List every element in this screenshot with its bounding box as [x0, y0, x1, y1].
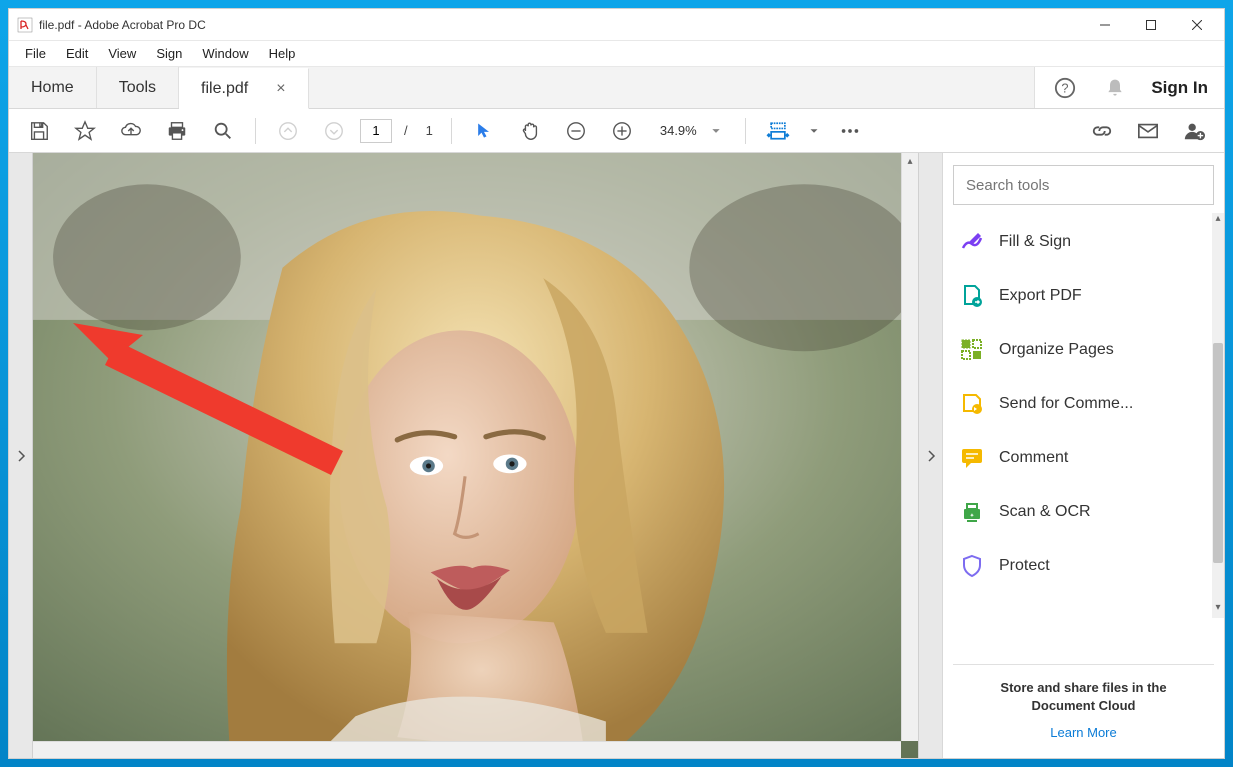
scan-icon: ✦	[959, 499, 985, 525]
prev-page-button[interactable]	[268, 113, 308, 149]
window-controls	[1082, 10, 1220, 40]
menu-edit[interactable]: Edit	[56, 44, 98, 63]
email-button[interactable]	[1128, 113, 1168, 149]
notifications-icon[interactable]	[1101, 74, 1129, 102]
tab-file-label: file.pdf	[201, 80, 248, 98]
close-button[interactable]	[1174, 10, 1220, 40]
nav-pane-toggle-right[interactable]	[918, 153, 942, 758]
menu-sign[interactable]: Sign	[146, 44, 192, 63]
tool-label: Protect	[999, 557, 1050, 575]
page-number-input[interactable]	[360, 119, 392, 143]
tool-label: Send for Comme...	[999, 395, 1133, 413]
page-separator: /	[404, 123, 408, 138]
tool-label: Scan & OCR	[999, 503, 1091, 521]
print-button[interactable]	[157, 113, 197, 149]
tool-fill-and-sign[interactable]: Fill & Sign	[953, 215, 1214, 269]
footer-text-line2: Document Cloud	[961, 697, 1206, 715]
send-comment-icon	[959, 391, 985, 417]
app-window: file.pdf - Adobe Acrobat Pro DC File Edi…	[8, 8, 1225, 759]
tool-scan-ocr[interactable]: ✦ Scan & OCR	[953, 485, 1214, 539]
titlebar-text: file.pdf - Adobe Acrobat Pro DC	[39, 18, 1082, 32]
zoom-level: 34.9%	[660, 123, 697, 138]
scroll-up-icon[interactable]: ▴	[902, 153, 918, 170]
tools-panel: Fill & Sign Export PDF Organize Pages Se…	[942, 153, 1224, 758]
tool-label: Export PDF	[999, 287, 1082, 305]
add-person-button[interactable]	[1174, 113, 1214, 149]
menu-file[interactable]: File	[15, 44, 56, 63]
help-icon[interactable]: ?	[1051, 74, 1079, 102]
zoom-in-button[interactable]	[602, 113, 642, 149]
pen-icon	[959, 229, 985, 255]
nav-pane-toggle-left[interactable]	[9, 153, 33, 758]
tool-label: Organize Pages	[999, 341, 1114, 359]
comment-icon	[959, 445, 985, 471]
tab-file[interactable]: file.pdf ×	[179, 68, 308, 109]
document-page	[33, 153, 918, 758]
menu-help[interactable]: Help	[259, 44, 306, 63]
scroll-up-icon[interactable]: ▴	[1212, 213, 1224, 229]
svg-text:?: ?	[1062, 80, 1069, 95]
tools-panel-scrollbar[interactable]: ▴ ▾	[1212, 213, 1224, 618]
menubar: File Edit View Sign Window Help	[9, 41, 1224, 67]
organize-icon	[959, 337, 985, 363]
page-total: 1	[426, 123, 433, 138]
select-tool-button[interactable]	[464, 113, 504, 149]
find-button[interactable]	[203, 113, 243, 149]
cloud-upload-button[interactable]	[111, 113, 151, 149]
more-tools-button[interactable]	[830, 113, 870, 149]
vertical-scrollbar[interactable]: ▴	[901, 153, 918, 741]
scroll-down-icon[interactable]: ▾	[1212, 602, 1224, 618]
footer-text-line1: Store and share files in the	[961, 679, 1206, 697]
svg-text:✦: ✦	[970, 513, 974, 519]
menu-view[interactable]: View	[98, 44, 146, 63]
share-link-button[interactable]	[1082, 113, 1122, 149]
tools-list: Fill & Sign Export PDF Organize Pages Se…	[953, 215, 1214, 664]
tab-close-icon[interactable]: ×	[276, 80, 285, 98]
tool-export-pdf[interactable]: Export PDF	[953, 269, 1214, 323]
document-viewer[interactable]: ▴	[33, 153, 918, 758]
save-button[interactable]	[19, 113, 59, 149]
tabbar: Home Tools file.pdf × ? Sign In	[9, 67, 1224, 109]
search-tools-input[interactable]	[953, 165, 1214, 205]
zoom-dropdown[interactable]: 34.9%	[648, 120, 733, 142]
fit-width-button[interactable]	[758, 113, 798, 149]
zoom-out-button[interactable]	[556, 113, 596, 149]
export-icon	[959, 283, 985, 309]
titlebar: file.pdf - Adobe Acrobat Pro DC	[9, 9, 1224, 41]
tab-home-label: Home	[31, 79, 74, 97]
tool-label: Comment	[999, 449, 1068, 467]
tab-tools[interactable]: Tools	[97, 67, 179, 108]
toolbar: / 1 34.9%	[9, 109, 1224, 153]
learn-more-link[interactable]: Learn More	[961, 725, 1206, 740]
tools-panel-footer: Store and share files in the Document Cl…	[953, 664, 1214, 758]
scrollbar-thumb[interactable]	[1213, 343, 1223, 563]
sign-in-button[interactable]: Sign In	[1151, 78, 1208, 98]
menu-window[interactable]: Window	[192, 44, 258, 63]
tool-organize-pages[interactable]: Organize Pages	[953, 323, 1214, 377]
minimize-button[interactable]	[1082, 10, 1128, 40]
maximize-button[interactable]	[1128, 10, 1174, 40]
next-page-button[interactable]	[314, 113, 354, 149]
tabbar-right: ? Sign In	[1034, 67, 1224, 108]
tool-send-for-comments[interactable]: Send for Comme...	[953, 377, 1214, 431]
acrobat-icon	[17, 17, 33, 33]
tab-tools-label: Tools	[119, 79, 156, 97]
hand-tool-button[interactable]	[510, 113, 550, 149]
tool-label: Fill & Sign	[999, 233, 1071, 251]
tool-protect[interactable]: Protect	[953, 539, 1214, 593]
content-area: ▴ Fill & Sign Export PDF	[9, 153, 1224, 758]
horizontal-scrollbar[interactable]	[33, 741, 901, 758]
tab-home[interactable]: Home	[9, 67, 97, 108]
tool-comment[interactable]: Comment	[953, 431, 1214, 485]
fit-dropdown-button[interactable]	[804, 113, 824, 149]
favorite-button[interactable]	[65, 113, 105, 149]
shield-icon	[959, 553, 985, 579]
